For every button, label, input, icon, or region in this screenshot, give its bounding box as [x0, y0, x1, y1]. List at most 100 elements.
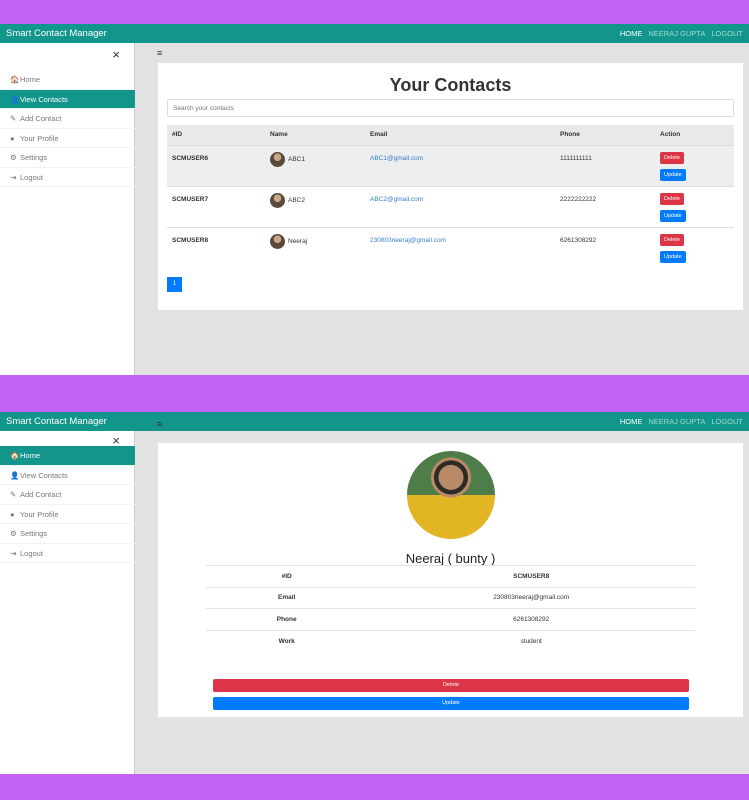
nav-links: HOME NEERAJ GUPTA LOGOUT [620, 29, 743, 38]
sidebar-item-label: Logout [20, 172, 43, 182]
contact-id: SCMUSER8 [167, 226, 265, 268]
hamburger-icon[interactable]: ≡ [157, 419, 162, 429]
contact-name-cell: ABC2 [265, 185, 365, 227]
sidebar: × 🏠Home 👤View Contacts ✎ Add Contact ● You… [0, 43, 135, 375]
update-button[interactable]: Update [213, 697, 689, 710]
update-button[interactable]: Update [660, 168, 686, 181]
sidebar-item-label: View Contacts [20, 94, 68, 104]
sidebar-item-label: Your Profile [20, 509, 59, 519]
contact-email-link[interactable]: 230803neeraj@gmail.com [365, 226, 555, 268]
column-header: Email [365, 125, 555, 145]
contacts-screen: Smart Contact Manager HOME NEERAJ GUPTA … [0, 24, 749, 375]
nav-user-link[interactable]: NEERAJ GUPTA [648, 29, 705, 38]
avatar [270, 192, 285, 208]
contact-name: ABC2 [288, 196, 305, 204]
detail-key: Work [206, 629, 368, 652]
sidebar-item-settings[interactable]: ⚙ Settings [0, 148, 135, 168]
profile-photo [407, 451, 495, 539]
detail-value: SCMUSER8 [367, 565, 695, 587]
contact-detail-card: Neeraj ( bunty ) #ID SCMUSER8 Email 2308… [158, 443, 743, 717]
sign-out-icon: ⇥ [10, 548, 17, 558]
nav-home-link[interactable]: HOME [620, 417, 643, 426]
nav-links: HOME NEERAJ GUPTA LOGOUT [620, 417, 743, 426]
update-button[interactable]: Update [660, 209, 686, 222]
sidebar-item-logout[interactable]: ⇥ Logout [0, 544, 135, 563]
detail-row: Phone 6261308292 [206, 608, 695, 630]
sign-out-icon: ⇥ [10, 172, 17, 182]
sidebar-item-label: Add Contact [20, 490, 62, 499]
contact-email-link[interactable]: ABC2@gmail.com [365, 185, 555, 227]
update-button[interactable]: Update [660, 250, 686, 263]
sidebar: × 🏠Home 👤View Contacts ✎ Add Contact ● You… [0, 431, 135, 774]
pencil-icon: ✎ [10, 114, 17, 123]
brand-link[interactable]: Smart Contact Manager [6, 416, 107, 427]
sidebar-item-view-contacts[interactable]: 👤View Contacts [0, 466, 135, 485]
contact-card-icon: 👤 [10, 470, 20, 480]
delete-button[interactable]: Delete [660, 192, 684, 205]
contact-phone: 6261308292 [555, 226, 655, 268]
sidebar-item-add-contact[interactable]: ✎ Add Contact [0, 109, 135, 129]
nav-user-link[interactable]: NEERAJ GUPTA [648, 417, 705, 426]
sidebar-item-home[interactable]: 🏠Home [0, 70, 135, 90]
search-input[interactable] [167, 99, 734, 117]
column-header: Name [265, 125, 365, 145]
table-header-row: #ID Name Email Phone Action [167, 125, 734, 145]
sidebar-item-label: Home [20, 75, 41, 84]
contact-name-cell: ABC1 [265, 144, 365, 186]
contacts-table: #ID Name Email Phone Action SCMUSER6 ABC… [167, 125, 734, 268]
delete-button[interactable]: Delete [213, 679, 689, 692]
nav-logout-link[interactable]: LOGOUT [711, 417, 743, 426]
contact-phone: 1111111111 [555, 144, 655, 186]
sidebar-item-label: Logout [20, 548, 43, 558]
table-row: SCMUSER6 ABC1 ABC1@gmail.com 1111111111 … [167, 144, 734, 186]
sidebar-item-your-profile[interactable]: ● Your Profile [0, 129, 135, 148]
avatar [270, 233, 285, 249]
detail-key: Phone [206, 608, 368, 630]
contact-id: SCMUSER7 [167, 185, 265, 227]
sidebar-item-your-profile[interactable]: ● Your Profile [0, 505, 135, 524]
table-row: SCMUSER8 Neeraj 230803neeraj@gmail.com 6… [167, 226, 734, 268]
sidebar-menu: 🏠Home 👤View Contacts ✎ Add Contact ● Your … [0, 446, 135, 563]
column-header: Phone [555, 125, 655, 145]
page-title: Your Contacts [389, 75, 512, 95]
sidebar-menu: 🏠Home 👤View Contacts ✎ Add Contact ● Your … [0, 70, 135, 187]
contact-full-name: Neeraj ( bunty ) [405, 551, 496, 566]
pencil-icon: ✎ [10, 490, 17, 499]
sidebar-item-logout[interactable]: ⇥ Logout [0, 168, 135, 187]
sidebar-item-home[interactable]: 🏠Home [0, 446, 135, 466]
pagination-page-button[interactable]: 1 [167, 277, 182, 292]
detail-row: #ID SCMUSER8 [206, 565, 695, 587]
home-icon: 🏠 [10, 75, 20, 84]
delete-button[interactable]: Delete [660, 233, 684, 246]
action-cell: Delete Update [655, 144, 734, 186]
contact-id: SCMUSER6 [167, 144, 265, 186]
nav-logout-link[interactable]: LOGOUT [711, 29, 743, 38]
contact-email-link[interactable]: ABC1@gmail.com [365, 144, 555, 186]
sidebar-item-label: View Contacts [20, 470, 68, 480]
close-icon[interactable]: × [112, 47, 120, 62]
nav-home-link[interactable]: HOME [620, 29, 643, 38]
sidebar-item-add-contact[interactable]: ✎ Add Contact [0, 485, 135, 505]
detail-value: student [367, 629, 695, 652]
table-row: SCMUSER7 ABC2 ABC2@gmail.com 2222222222 … [167, 185, 734, 227]
column-header: #ID [167, 125, 265, 145]
contact-phone: 2222222222 [555, 185, 655, 227]
column-header: Action [655, 125, 734, 145]
user-circle-icon: ● [10, 509, 15, 519]
contact-card-icon: 👤 [10, 94, 20, 104]
sidebar-item-label: Home [20, 451, 41, 460]
contact-name-cell: Neeraj [265, 226, 365, 268]
sidebar-item-settings[interactable]: ⚙ Settings [0, 524, 135, 544]
sidebar-item-view-contacts[interactable]: 👤View Contacts [0, 89, 135, 109]
hamburger-icon[interactable]: ≡ [157, 48, 162, 58]
avatar [270, 151, 285, 167]
navbar: Smart Contact Manager HOME NEERAJ GUPTA … [0, 412, 749, 431]
detail-row: Email 230803neeraj@gmail.com [206, 586, 695, 609]
brand-link[interactable]: Smart Contact Manager [6, 28, 107, 39]
contact-details-table: #ID SCMUSER8 Email 230803neeraj@gmail.co… [206, 565, 695, 652]
contact-name: ABC1 [288, 155, 305, 163]
gears-icon: ⚙ [10, 153, 17, 162]
detail-key: Email [206, 586, 368, 609]
delete-button[interactable]: Delete [660, 151, 684, 164]
contacts-card: Your Contacts #ID Name Email Phone Actio… [158, 63, 743, 310]
